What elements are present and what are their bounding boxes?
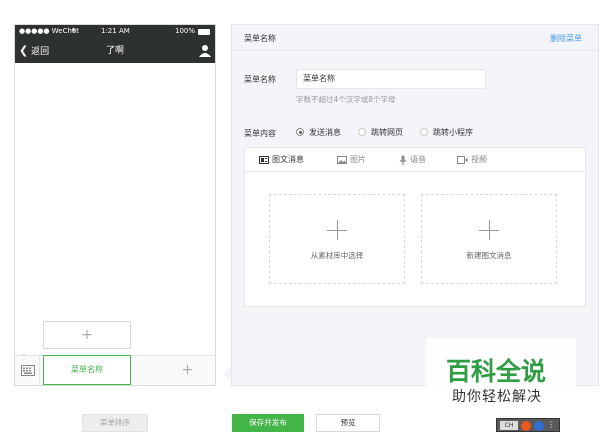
ime-toolbar: CH ⋮: [496, 418, 560, 432]
add-menu-button[interactable]: +: [160, 356, 215, 385]
keyboard-dots-icon: ··: [22, 352, 26, 359]
chat-title: 了啊: [105, 46, 124, 56]
help-icon[interactable]: [534, 421, 544, 431]
user-icon[interactable]: [199, 44, 211, 57]
carrier-label: ●●●●● WeChat: [19, 27, 79, 35]
tab-label: 图片: [350, 155, 366, 164]
editor-header: 菜单名称 删除菜单: [232, 25, 598, 51]
ime-language-badge[interactable]: CH: [500, 421, 518, 430]
article-icon: [259, 155, 269, 164]
menu-editor-panel: 菜单名称 删除菜单 菜单名称 菜单名称 字数不超过4个汉字或8个字母 菜单内容 …: [231, 24, 599, 386]
new-article-label: 新建图文消息: [466, 251, 512, 260]
add-submenu-button[interactable]: +: [43, 321, 131, 349]
clock-label: 1:21 AM: [101, 27, 130, 35]
tab-label: 语音: [410, 155, 426, 164]
sogou-icon[interactable]: [521, 421, 531, 431]
image-icon: [337, 155, 347, 164]
menu-item-active[interactable]: 菜单名称: [43, 355, 131, 385]
radio-unchecked-icon: [358, 128, 366, 136]
menu-dots-icon[interactable]: ⋮: [547, 420, 555, 429]
menu-divider: [39, 356, 40, 385]
editor-title: 菜单名称: [244, 34, 276, 43]
pick-from-library-card[interactable]: 从素材库中选择: [269, 194, 405, 284]
plus-icon-vertical: [337, 220, 338, 240]
watermark-title: 百科全说: [446, 357, 547, 386]
radio-unchecked-icon: [420, 128, 428, 136]
editor-pointer: [223, 366, 231, 382]
tab-article[interactable]: 图文消息: [259, 148, 304, 172]
tab-voice[interactable]: 语音: [399, 148, 426, 172]
tab-image[interactable]: 图片: [337, 148, 366, 172]
radio-label: 跳转网页: [371, 128, 403, 137]
radio-label: 发送消息: [309, 128, 341, 137]
wifi-icon: ◐: [72, 27, 77, 33]
menu-name-input[interactable]: 菜单名称: [296, 69, 486, 89]
sort-menu-button[interactable]: 菜单排序: [82, 414, 148, 432]
video-icon: [457, 155, 468, 164]
radio-label: 跳转小程序: [433, 128, 473, 137]
content-tabs: 图文消息 图片 语音 视频: [245, 148, 585, 172]
new-article-card[interactable]: 新建图文消息: [421, 194, 557, 284]
battery-label: 100%: [175, 27, 196, 35]
tab-label: 视频: [471, 155, 487, 164]
menu-content-label: 菜单内容: [244, 129, 276, 138]
delete-menu-link[interactable]: 删除菜单: [550, 33, 582, 44]
save-publish-button[interactable]: 保存并发布: [232, 414, 304, 432]
radio-checked-icon: [296, 128, 304, 136]
menu-name-label: 菜单名称: [244, 75, 276, 84]
chat-area: [15, 63, 215, 355]
message-content-box: 图文消息 图片 语音 视频 从素材库中选择 新建图文消息: [244, 147, 586, 307]
phone-preview: ●●●●● WeChat ◐ 1:21 AM 100% ❮ 返回 了啊 + ··…: [14, 24, 216, 386]
keyboard-icon[interactable]: [21, 365, 35, 376]
microphone-icon: [399, 155, 407, 165]
menu-name-hint: 字数不超过4个汉字或8个字母: [296, 95, 396, 104]
phone-status-bar: ●●●●● WeChat ◐ 1:21 AM 100%: [15, 25, 215, 39]
phone-nav-bar: ❮ 返回 了啊: [15, 39, 215, 63]
preview-button[interactable]: 预览: [316, 414, 380, 432]
tab-video[interactable]: 视频: [457, 148, 487, 172]
plus-icon-vertical: [489, 220, 490, 240]
pick-from-library-label: 从素材库中选择: [310, 251, 364, 260]
battery-icon: [198, 29, 210, 35]
tab-label: 图文消息: [272, 155, 304, 164]
watermark-subtitle: 助你轻松解决: [452, 389, 542, 405]
